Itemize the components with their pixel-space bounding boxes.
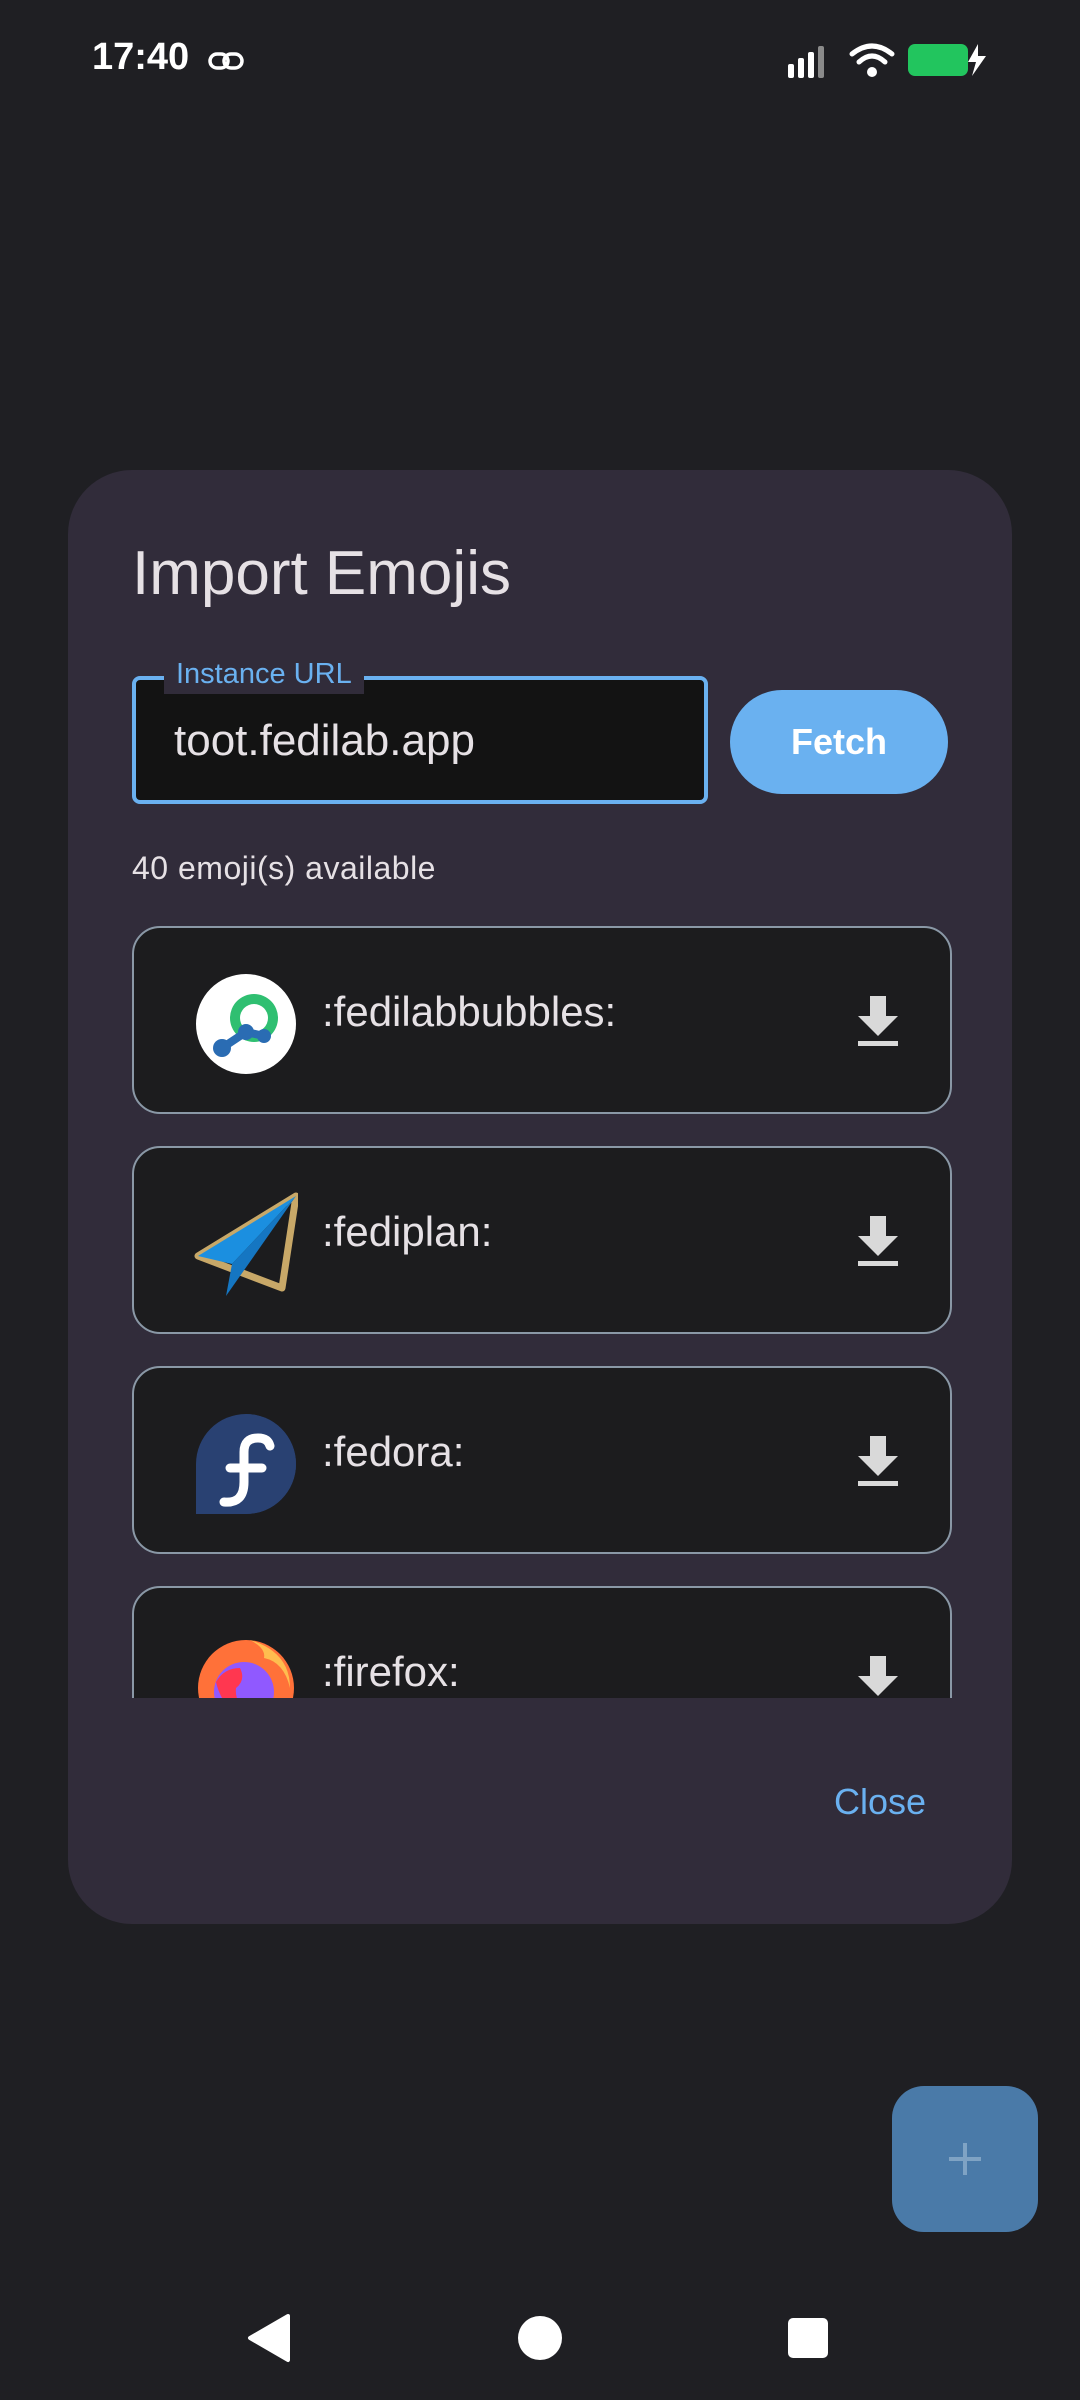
paper-plane-icon xyxy=(194,1192,298,1296)
status-time: 17:40 xyxy=(92,36,190,78)
download-icon[interactable] xyxy=(854,1214,902,1268)
navigation-bar xyxy=(0,2280,1080,2400)
emoji-shortcode: :firefox: xyxy=(322,1648,460,1695)
recents-icon[interactable] xyxy=(786,2316,830,2360)
fedora-icon xyxy=(196,1414,296,1514)
wifi-icon xyxy=(849,43,895,77)
add-button[interactable] xyxy=(892,2086,1038,2232)
fetch-button[interactable]: Fetch xyxy=(730,690,948,794)
list-item: :fedora: xyxy=(132,1366,952,1554)
instance-url-input[interactable]: toot.fedilab.app xyxy=(174,716,475,766)
firefox-icon xyxy=(198,1640,294,1698)
instance-url-label: Instance URL xyxy=(164,654,364,694)
instance-url-field[interactable]: Instance URL toot.fedilab.app xyxy=(132,654,708,804)
plus-icon xyxy=(949,2143,981,2175)
list-item: :fediplan: xyxy=(132,1146,952,1334)
battery-charging-icon xyxy=(908,44,986,76)
emoji-list[interactable]: :fedilabbubbles: :fediplan::fedora::fi… xyxy=(132,926,952,1698)
back-icon[interactable] xyxy=(244,2312,292,2364)
import-emojis-dialog: Import Emojis Instance URL toot.fedilab.… xyxy=(68,470,1012,1924)
emoji-shortcode: :fediplan: xyxy=(322,1208,493,1255)
download-icon[interactable] xyxy=(854,1434,902,1488)
close-button[interactable]: Close xyxy=(828,1780,932,1824)
link-icon xyxy=(208,52,244,70)
emoji-shortcode: :fedora: xyxy=(322,1428,465,1475)
fedilab-icon xyxy=(196,974,296,1074)
emoji-shortcode: :fedilabbubbles: xyxy=(322,988,617,1035)
download-icon[interactable] xyxy=(854,1654,902,1698)
download-icon[interactable] xyxy=(854,994,902,1048)
status-bar: 17:40 xyxy=(0,0,1080,120)
dialog-title: Import Emojis xyxy=(132,539,511,608)
available-count: 40 emoji(s) available xyxy=(132,850,436,886)
home-icon[interactable] xyxy=(516,2314,564,2362)
list-item: :fedilabbubbles: xyxy=(132,926,952,1114)
signal-icon xyxy=(788,46,824,78)
list-item: :firefox: xyxy=(132,1586,952,1698)
